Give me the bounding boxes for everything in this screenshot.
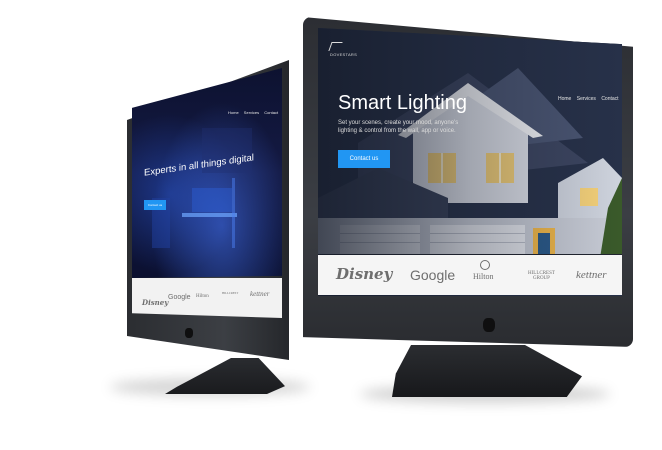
logo-text: DOVESTARS — [330, 52, 358, 57]
left-brand-google: Google — [168, 294, 191, 301]
left-brand-disney: Disney — [142, 298, 169, 307]
right-brand-kettner: kettner — [576, 269, 607, 281]
right-nav-home[interactable]: Home — [558, 96, 571, 102]
right-hero-title: Smart Lighting — [338, 92, 467, 114]
logo-mark-icon — [328, 42, 343, 51]
right-monitor-stand — [392, 345, 582, 397]
left-brand-kettner: kettner — [250, 290, 270, 298]
left-brand-hillcrest: HILLCREST — [222, 291, 239, 295]
mockup-scene: Home Services Contact Experts in all thi… — [0, 0, 662, 450]
left-monitor: Home Services Contact Experts in all thi… — [105, 60, 290, 395]
hilton-logo-icon — [480, 260, 490, 270]
right-brand-google: Google — [410, 267, 456, 283]
left-contact-button[interactable]: Contact us — [144, 200, 166, 210]
right-contact-button[interactable]: Contact us — [338, 150, 390, 168]
left-brand-hilton: Hilton — [196, 294, 209, 299]
left-monitor-screen: Home Services Contact Experts in all thi… — [132, 68, 282, 278]
right-logo-strip: Disney Google Hilton HILLCREST GROUP ket… — [318, 255, 622, 295]
right-nav-services[interactable]: Services — [577, 96, 596, 102]
right-hero-subtitle: Set your scenes, create your mood, anyon… — [338, 120, 459, 134]
left-logo-strip: Disney Google Hilton HILLCREST kettner — [132, 278, 282, 318]
apple-logo-icon — [185, 328, 193, 338]
right-nav-contact[interactable]: Contact — [601, 96, 618, 102]
site-logo[interactable]: DOVESTARS — [328, 42, 358, 57]
right-brand-disney: Disney — [336, 265, 393, 283]
hillcrest-bottom: GROUP — [533, 276, 550, 281]
right-brand-hillcrest: HILLCREST GROUP — [528, 271, 555, 281]
left-monitor-stand — [165, 358, 285, 394]
right-nav: Home Services Contact — [554, 96, 619, 102]
right-brand-hilton: Hilton — [473, 272, 494, 281]
apple-logo-icon — [483, 318, 495, 332]
